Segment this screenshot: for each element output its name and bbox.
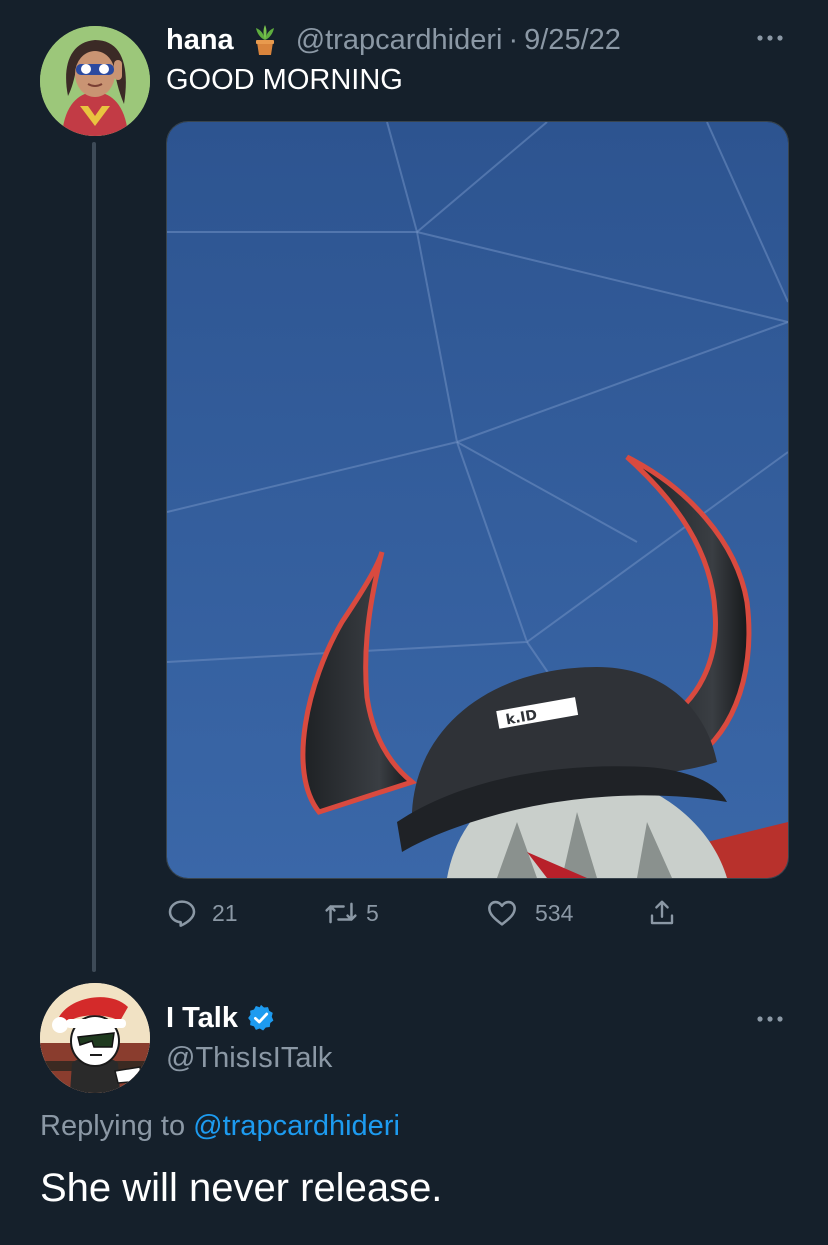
tweet-media[interactable]: k.ID — [166, 121, 789, 879]
tweet-header: hana @trapcardhideri · 9/25/22 — [166, 22, 621, 58]
potted-plant-icon — [250, 24, 280, 56]
reply-header: I Talk — [166, 1000, 276, 1036]
reply-author-name[interactable]: I Talk — [166, 1002, 238, 1035]
heart-icon[interactable] — [485, 897, 519, 929]
more-options-icon[interactable] — [754, 28, 786, 48]
share-action[interactable] — [647, 897, 677, 929]
avatar[interactable] — [40, 26, 150, 136]
reply-text: She will never release. — [40, 1166, 443, 1210]
replying-to: Replying to @trapcardhideri — [40, 1110, 400, 1143]
reply-more-options-icon[interactable] — [754, 1009, 786, 1029]
retweet-action[interactable]: 5 — [324, 897, 379, 929]
tweet-date[interactable]: 9/25/22 — [524, 24, 621, 57]
like-count: 534 — [535, 899, 574, 926]
retweet-icon[interactable] — [324, 897, 358, 929]
replying-prefix: Replying to — [40, 1110, 186, 1142]
thread-line — [92, 142, 96, 972]
reply-count: 21 — [212, 899, 238, 926]
like-action[interactable]: 534 — [485, 897, 573, 929]
reply-avatar[interactable] — [40, 983, 150, 1093]
replying-handle-link[interactable]: @trapcardhideri — [193, 1110, 400, 1142]
author-name[interactable]: hana — [166, 24, 234, 57]
reply-author-handle[interactable]: @ThisIsITalk — [166, 1042, 332, 1075]
reply-icon[interactable] — [166, 897, 198, 929]
author-handle[interactable]: @trapcardhideri — [296, 24, 503, 57]
separator-dot: · — [508, 23, 519, 56]
verified-badge-icon — [246, 1003, 276, 1033]
tweet-text: GOOD MORNING — [166, 64, 403, 96]
reply-action[interactable]: 21 — [166, 897, 238, 929]
share-icon[interactable] — [647, 897, 677, 929]
retweet-count: 5 — [366, 899, 379, 926]
